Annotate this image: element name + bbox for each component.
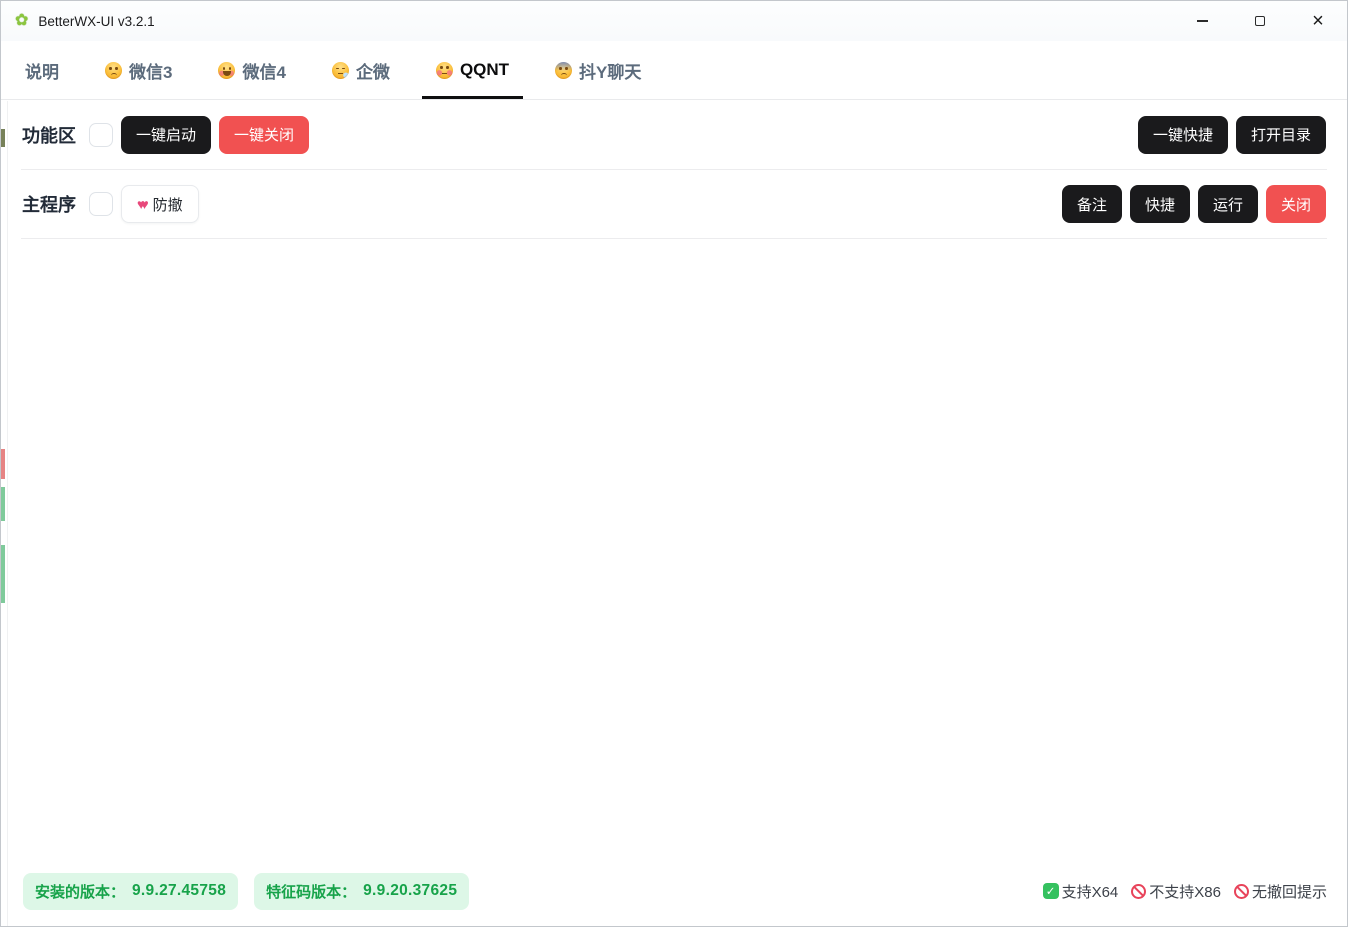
close-button[interactable]: × bbox=[1289, 1, 1347, 41]
minimize-icon bbox=[1197, 20, 1208, 21]
main-program-left-buttons: 防撤 bbox=[121, 185, 199, 223]
tab-label: 企微 bbox=[356, 58, 390, 83]
tab-label: 说明 bbox=[25, 58, 59, 83]
tab-label: 抖Y聊天 bbox=[579, 58, 641, 83]
content-area bbox=[1, 239, 1347, 864]
tab-label: 微信4 bbox=[242, 58, 285, 83]
run-button[interactable]: 运行 bbox=[1198, 185, 1258, 223]
function-area-checkbox[interactable] bbox=[89, 123, 113, 147]
no-recall-tip-label: 无撤回提示 bbox=[1252, 881, 1327, 902]
support-flags: ✓ 支持X64 不支持X86 无撤回提示 bbox=[1043, 881, 1327, 902]
app-icon: ✿ bbox=[15, 13, 28, 29]
sleepy-face-icon bbox=[332, 62, 349, 79]
main-program-right-buttons: 备注 快捷 运行 关闭 bbox=[1062, 185, 1326, 223]
close-program-button[interactable]: 关闭 bbox=[1266, 185, 1326, 223]
app-window: ✿ BetterWX-UI v3.2.1 × 说明 微信3 微信4 bbox=[0, 0, 1348, 927]
maximize-icon bbox=[1255, 16, 1266, 27]
main-program-row: 主程序 防撤 备注 快捷 运行 关闭 bbox=[1, 170, 1347, 238]
minimize-button[interactable] bbox=[1173, 1, 1231, 41]
status-bar: 安装的版本： 9.9.27.45758 特征码版本： 9.9.20.37625 … bbox=[1, 864, 1347, 926]
function-area-label: 功能区 bbox=[22, 122, 89, 148]
main-program-checkbox[interactable] bbox=[89, 192, 113, 216]
installed-version-label: 安装的版本： bbox=[35, 881, 125, 902]
installed-version-badge: 安装的版本： 9.9.27.45758 bbox=[23, 873, 238, 910]
function-area-right-buttons: 一键快捷 打开目录 bbox=[1138, 116, 1326, 154]
tab-bar: 说明 微信3 微信4 企微 QQNT 抖Y聊天 bbox=[1, 41, 1347, 100]
left-edge-line bbox=[7, 101, 8, 926]
main-program-label: 主程序 bbox=[22, 191, 89, 217]
one-key-shortcut-button[interactable]: 一键快捷 bbox=[1138, 116, 1228, 154]
left-edge-artifact bbox=[1, 487, 5, 521]
one-key-close-button[interactable]: 一键关闭 bbox=[219, 116, 309, 154]
prohibited-icon bbox=[1131, 884, 1146, 899]
two-hearts-icon bbox=[137, 197, 144, 211]
x64-supported-label: 支持X64 bbox=[1062, 881, 1119, 902]
remark-button[interactable]: 备注 bbox=[1062, 185, 1122, 223]
title-bar: ✿ BetterWX-UI v3.2.1 × bbox=[1, 1, 1347, 41]
window-controls: × bbox=[1173, 1, 1347, 41]
tab-wechat4[interactable]: 微信4 bbox=[202, 41, 301, 99]
worried-face-icon bbox=[105, 62, 122, 79]
one-key-start-button[interactable]: 一键启动 bbox=[121, 116, 211, 154]
function-area-left-buttons: 一键启动 一键关闭 bbox=[121, 116, 309, 154]
left-edge-artifact bbox=[1, 129, 5, 147]
x86-unsupported-flag: 不支持X86 bbox=[1131, 881, 1221, 902]
signature-version-badge: 特征码版本： 9.9.20.37625 bbox=[254, 873, 469, 910]
open-directory-button[interactable]: 打开目录 bbox=[1236, 116, 1326, 154]
anti-recall-button[interactable]: 防撤 bbox=[121, 185, 199, 223]
no-recall-tip-flag: 无撤回提示 bbox=[1234, 881, 1327, 902]
left-edge-artifact bbox=[1, 449, 5, 479]
prohibited-icon bbox=[1234, 884, 1249, 899]
maximize-button[interactable] bbox=[1231, 1, 1289, 41]
signature-version-value: 9.9.20.37625 bbox=[363, 882, 457, 900]
signature-version-label: 特征码版本： bbox=[266, 881, 356, 902]
flushed-face-icon bbox=[436, 62, 453, 79]
tab-qqnt[interactable]: QQNT bbox=[420, 41, 525, 99]
function-area-row: 功能区 一键启动 一键关闭 一键快捷 打开目录 bbox=[1, 100, 1347, 169]
x86-unsupported-label: 不支持X86 bbox=[1149, 881, 1221, 902]
tab-wechat3[interactable]: 微信3 bbox=[89, 41, 188, 99]
version-badges: 安装的版本： 9.9.27.45758 特征码版本： 9.9.20.37625 bbox=[23, 873, 469, 910]
shortcut-button[interactable]: 快捷 bbox=[1130, 185, 1190, 223]
tab-label: 微信3 bbox=[129, 58, 172, 83]
grinning-face-icon bbox=[218, 62, 235, 79]
tab-label: QQNT bbox=[460, 60, 509, 80]
anti-recall-label: 防撤 bbox=[153, 194, 183, 215]
tab-instructions[interactable]: 说明 bbox=[9, 41, 75, 99]
installed-version-value: 9.9.27.45758 bbox=[132, 882, 226, 900]
check-icon: ✓ bbox=[1043, 883, 1059, 899]
window-title: BetterWX-UI v3.2.1 bbox=[38, 14, 154, 29]
fearful-face-icon bbox=[555, 62, 572, 79]
x64-supported-flag: ✓ 支持X64 bbox=[1043, 881, 1119, 902]
left-edge-artifact bbox=[1, 545, 5, 603]
tab-qiwei[interactable]: 企微 bbox=[316, 41, 406, 99]
tab-douyin-chat[interactable]: 抖Y聊天 bbox=[539, 41, 657, 99]
close-icon: × bbox=[1312, 11, 1324, 31]
